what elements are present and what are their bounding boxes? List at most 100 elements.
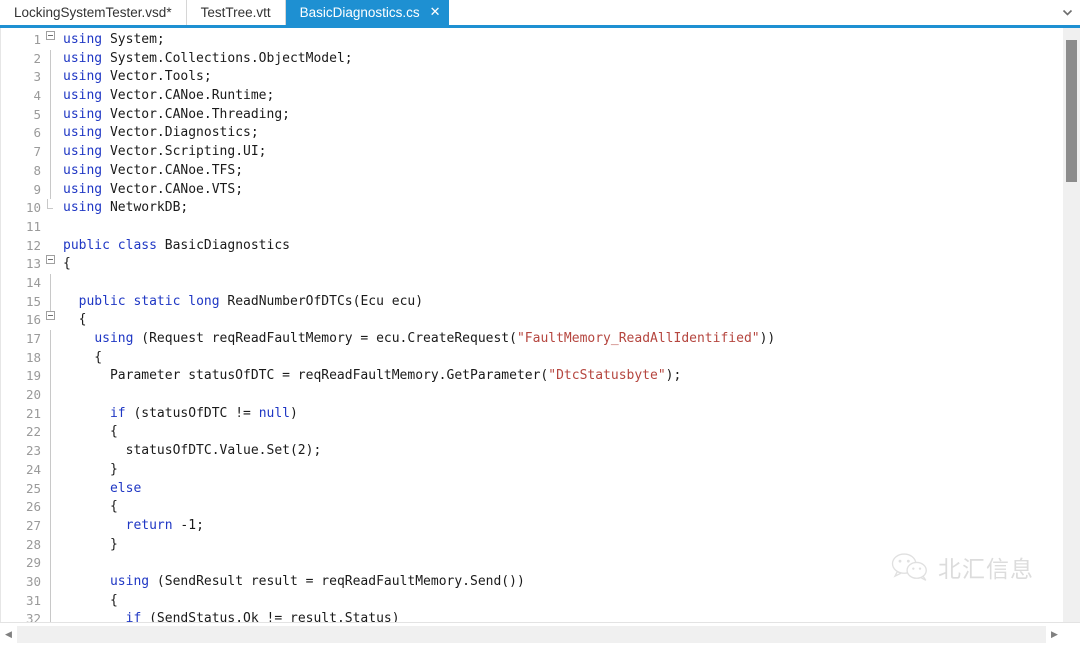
code-line: 3using Vector.Tools;: [1, 68, 1062, 87]
horizontal-scrollbar-track[interactable]: [17, 626, 1046, 643]
fold-guide: [43, 573, 58, 592]
code-text: using System.Collections.ObjectModel;: [58, 50, 353, 69]
code-text: {: [58, 498, 118, 517]
fold-guide: [43, 87, 58, 106]
line-number: 17: [1, 330, 43, 349]
fold-guide: [43, 68, 58, 87]
code-line: 32 if (SendStatus.Ok != result.Status): [1, 610, 1062, 622]
fold-guide: [43, 124, 58, 143]
code-text: using NetworkDB;: [58, 199, 188, 218]
code-text: statusOfDTC.Value.Set(2);: [58, 442, 321, 461]
fold-guide: [43, 106, 58, 125]
line-number: 18: [1, 349, 43, 368]
code-text: }: [58, 536, 118, 555]
line-number: 21: [1, 405, 43, 424]
fold-toggle-icon[interactable]: [43, 255, 58, 264]
code-text: using Vector.Scripting.UI;: [58, 143, 267, 162]
vertical-scrollbar-thumb[interactable]: [1066, 40, 1077, 183]
line-number: 7: [1, 143, 43, 162]
code-text: {: [58, 311, 86, 330]
vertical-scrollbar[interactable]: [1062, 28, 1080, 622]
line-number: 9: [1, 181, 43, 200]
fold-guide: [43, 423, 58, 442]
code-line: 17 using (Request reqReadFaultMemory = e…: [1, 330, 1062, 349]
code-text: if (statusOfDTC != null): [58, 405, 298, 424]
fold-guide: [43, 367, 58, 386]
line-number: 19: [1, 367, 43, 386]
code-text: using (SendResult result = reqReadFaultM…: [58, 573, 525, 592]
code-text: using Vector.CANoe.TFS;: [58, 162, 243, 181]
tab-test-tree[interactable]: TestTree.vtt: [187, 0, 286, 25]
line-number: 27: [1, 517, 43, 536]
code-text: using (Request reqReadFaultMemory = ecu.…: [58, 330, 775, 349]
code-text: {: [58, 255, 71, 274]
fold-toggle-icon[interactable]: [43, 311, 58, 320]
code-line: 22 {: [1, 423, 1062, 442]
line-number: 15: [1, 293, 43, 312]
code-line: 13{: [1, 255, 1062, 274]
code-line: 6using Vector.Diagnostics;: [1, 124, 1062, 143]
horizontal-scrollbar[interactable]: ◀ ▶: [0, 622, 1080, 646]
line-number: 12: [1, 237, 43, 256]
fold-guide: [43, 592, 58, 611]
code-line: 24 }: [1, 461, 1062, 480]
code-line: 20: [1, 386, 1062, 405]
code-text: using Vector.Tools;: [58, 68, 212, 87]
line-number: 2: [1, 50, 43, 69]
code-text: using Vector.CANoe.Threading;: [58, 106, 290, 125]
code-text: Parameter statusOfDTC = reqReadFaultMemo…: [58, 367, 681, 386]
line-number: 22: [1, 423, 43, 442]
line-number: 6: [1, 124, 43, 143]
scrollbar-corner: [1063, 623, 1080, 646]
code-line: 18 {: [1, 349, 1062, 368]
code-line: 2 using System.Collections.ObjectModel;: [1, 50, 1062, 69]
tab-strip-filler: [449, 0, 1054, 25]
line-number: 23: [1, 442, 43, 461]
editor-tab-strip: LockingSystemTester.vsd* TestTree.vtt Ba…: [0, 0, 1080, 28]
code-line: 16 {: [1, 311, 1062, 330]
fold-guide: [43, 442, 58, 461]
code-text: if (SendStatus.Ok != result.Status): [58, 610, 400, 622]
code-text: public static long ReadNumberOfDTCs(Ecu …: [58, 293, 423, 312]
code-editor-window: LockingSystemTester.vsd* TestTree.vtt Ba…: [0, 0, 1080, 645]
line-number: 28: [1, 536, 43, 555]
code-text-area[interactable]: 1using System;2 using System.Collections.…: [0, 28, 1062, 622]
fold-toggle-icon[interactable]: [43, 31, 58, 40]
line-number: 30: [1, 573, 43, 592]
code-line: 1using System;: [1, 31, 1062, 50]
fold-guide: [43, 162, 58, 181]
fold-guide: [43, 517, 58, 536]
code-line: 12public class BasicDiagnostics: [1, 237, 1062, 256]
code-text: else: [58, 480, 141, 499]
code-line: 7 using Vector.Scripting.UI;: [1, 143, 1062, 162]
tab-basic-diagnostics[interactable]: BasicDiagnostics.cs ✕: [286, 0, 449, 25]
line-number: 20: [1, 386, 43, 405]
line-number: 5: [1, 106, 43, 125]
code-lines: 1using System;2 using System.Collections.…: [1, 28, 1062, 622]
code-line: 10 using NetworkDB;: [1, 199, 1062, 218]
close-icon[interactable]: ✕: [430, 6, 441, 19]
code-line: 14: [1, 274, 1062, 293]
tab-locking-system-tester[interactable]: LockingSystemTester.vsd*: [0, 0, 187, 25]
fold-guide: [43, 293, 58, 312]
scroll-left-arrow-icon[interactable]: ◀: [0, 623, 17, 646]
line-number: 16: [1, 311, 43, 330]
tab-label: BasicDiagnostics.cs: [300, 5, 420, 20]
code-line: 27 return -1;: [1, 517, 1062, 536]
code-text: {: [58, 349, 102, 368]
line-number: 32: [1, 610, 43, 622]
fold-guide: [43, 498, 58, 517]
line-number: 10: [1, 199, 43, 218]
code-line: 25 else: [1, 480, 1062, 499]
line-number: 25: [1, 480, 43, 499]
scroll-right-arrow-icon[interactable]: ▶: [1046, 623, 1063, 646]
fold-guide: [43, 50, 58, 69]
code-line: 31 {: [1, 592, 1062, 611]
line-number: 29: [1, 554, 43, 573]
code-line: 5 using Vector.CANoe.Threading;: [1, 106, 1062, 125]
chevron-down-icon[interactable]: [1054, 0, 1080, 25]
fold-guide: [43, 536, 58, 555]
code-line: 15 public static long ReadNumberOfDTCs(E…: [1, 293, 1062, 312]
code-line: 8using Vector.CANoe.TFS;: [1, 162, 1062, 181]
code-text: return -1;: [58, 517, 204, 536]
